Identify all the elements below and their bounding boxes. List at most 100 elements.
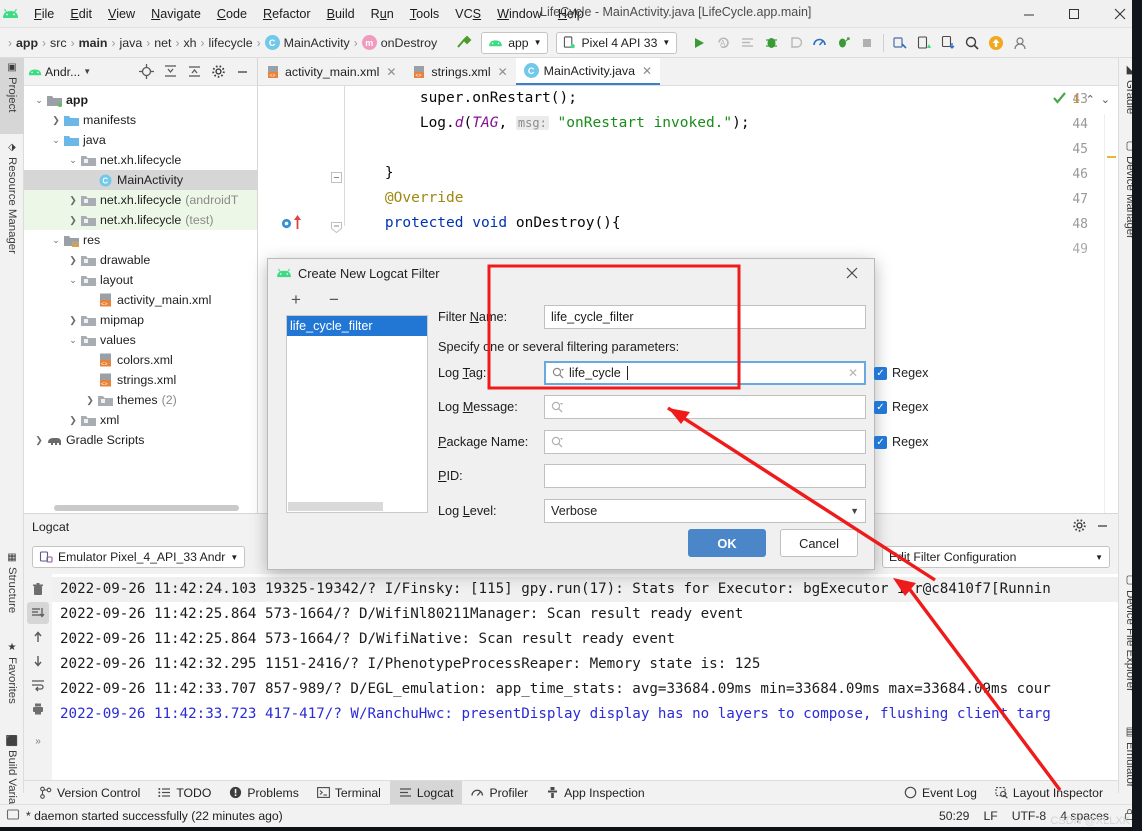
menu-item-view[interactable]: View [100,4,143,24]
caret-position[interactable]: 50:29 [939,809,970,823]
chevron-right-icon[interactable]: ❯ [49,115,63,126]
apply-code-changes-icon[interactable] [735,31,759,55]
tree-item[interactable]: ⌄ values [24,330,257,350]
log-tag-input[interactable]: life_cycle ✕ [544,361,866,385]
chevron-down-icon[interactable]: ⌄ [66,335,80,346]
logcat-line[interactable]: 2022-09-26 11:42:32.295 1151-2416/? I/Ph… [52,652,1118,677]
breadcrumb-ondestroy[interactable]: m onDestroy [361,35,437,50]
menu-item-tools[interactable]: Tools [402,4,447,24]
logcat-output[interactable]: 2022-09-26 11:42:24.103 19325-19342/? I/… [52,574,1118,781]
tool-window-layout-inspector[interactable]: Layout Inspector [986,781,1112,805]
sidebar-tab-structure[interactable]: ▦ Structure [0,548,24,636]
update-icon[interactable] [984,31,1008,55]
chevron-right-icon[interactable]: ❯ [66,255,80,266]
device-selector[interactable]: Pixel 4 API 33 ▼ [556,31,678,54]
build-output-icon[interactable] [6,808,20,825]
breadcrumb-java[interactable]: java [119,36,142,50]
remove-filter-button[interactable]: − [324,290,344,310]
chevron-down-icon[interactable]: ⌄ [49,235,63,246]
up-arrow-icon[interactable] [27,626,49,648]
breadcrumb-mainactivity[interactable]: C MainActivity [264,35,350,50]
tree-item[interactable]: ⌄ net.xh.lifecycle [24,150,257,170]
tree-item[interactable]: ⌄ app [24,90,257,110]
print-icon[interactable] [27,698,49,720]
breadcrumb-main[interactable]: main [79,36,108,50]
chevron-right-icon[interactable]: ❯ [83,395,97,406]
profiler-icon[interactable] [807,31,831,55]
package-name-input[interactable] [544,430,866,454]
tool-window-event-log[interactable]: Event Log [895,781,986,805]
settings-gear-icon[interactable] [207,61,229,83]
tree-item[interactable]: ❯ drawable [24,250,257,270]
tool-window-profiler[interactable]: Profiler [462,781,537,805]
breadcrumb-lifecycle[interactable]: lifecycle [209,36,253,50]
logcat-device-selector[interactable]: Emulator Pixel_4_API_33 Andr ▼ [32,546,246,568]
menu-item-navigate[interactable]: Navigate [143,4,209,24]
filter-list[interactable]: life_cycle_filter [286,315,428,513]
filter-list-item[interactable]: life_cycle_filter [287,316,427,336]
tree-item[interactable]: ❯ mipmap [24,310,257,330]
tree-item[interactable]: ⌄ layout [24,270,257,290]
ok-button[interactable]: OK [688,529,766,557]
minimize-icon[interactable] [1095,518,1110,536]
logcat-line[interactable]: 2022-09-26 11:42:33.723 417-417/? W/Ranc… [52,702,1118,727]
log-tag-regex-toggle[interactable]: ✓ Regex [874,366,928,380]
log-message-input[interactable] [544,395,866,419]
run-icon[interactable] [687,31,711,55]
log-level-select[interactable]: Verbose ▼ [544,499,866,523]
chevron-right-icon[interactable]: ❯ [66,215,80,226]
project-panel-title[interactable]: Andr... ▼ [28,65,91,79]
logcat-line[interactable]: 2022-09-26 11:42:25.864 573-1664/? D/Wif… [52,602,1118,627]
clear-icon[interactable]: ✕ [848,366,858,380]
editor-markup-bar[interactable] [1104,114,1118,513]
editor-tab-mainactivity-java[interactable]: C MainActivity.java ✕ [515,58,661,85]
chevron-down-icon[interactable]: ⌄ [49,135,63,146]
tool-window-todo[interactable]: TODO [149,781,220,805]
menu-item-code[interactable]: Code [209,4,255,24]
search-everywhere-icon[interactable] [960,31,984,55]
apply-changes-icon[interactable]: A [711,31,735,55]
tree-item[interactable]: C MainActivity [24,170,257,190]
scroll-to-end-icon[interactable] [27,602,49,624]
sidebar-tab-resource-manager[interactable]: ⬗ Resource Manager [0,138,24,286]
tool-window-problems[interactable]: Problems [220,781,307,805]
down-arrow-icon[interactable] [27,650,49,672]
tree-item[interactable]: ⌄ java [24,130,257,150]
close-icon[interactable]: ✕ [386,65,396,79]
cancel-button[interactable]: Cancel [780,529,858,557]
sidebar-tab-favorites[interactable]: ★ Favorites [0,638,24,728]
status-message[interactable]: * daemon started successfully (22 minute… [26,809,283,823]
chevron-right-icon[interactable]: ❯ [66,415,80,426]
editor-tab-strings-xml[interactable]: <> strings.xml ✕ [404,58,515,85]
soft-wrap-icon[interactable] [27,674,49,696]
tree-item[interactable]: <> activity_main.xml [24,290,257,310]
menu-item-vcs[interactable]: VCS [447,4,489,24]
attach-debugger-icon[interactable] [783,31,807,55]
tree-item[interactable]: <> strings.xml [24,370,257,390]
add-filter-button[interactable]: + [286,290,306,310]
breadcrumb-net[interactable]: net [154,36,171,50]
tool-window-terminal[interactable]: Terminal [308,781,390,805]
close-icon[interactable]: ✕ [498,65,508,79]
chevron-up-icon[interactable]: ⌃ [1086,93,1095,106]
tree-item[interactable]: ❯ xml [24,410,257,430]
file-encoding[interactable]: UTF-8 [1012,809,1047,823]
tree-item[interactable]: <> colors.xml [24,350,257,370]
clear-logcat-icon[interactable] [27,578,49,600]
package-name-regex-toggle[interactable]: ✓ Regex [874,435,928,449]
maximize-button[interactable] [1052,0,1097,28]
code-fold-icon[interactable] [331,172,342,186]
scrollbar-thumb[interactable] [54,505,239,511]
tree-item[interactable]: ❯ themes (2) [24,390,257,410]
chevron-down-icon[interactable]: ⌄ [32,95,46,106]
chevron-right-icon[interactable]: ❯ [66,315,80,326]
hide-panel-icon[interactable] [231,61,253,83]
pid-input[interactable] [544,464,866,488]
tree-item[interactable]: ⌄ res [24,230,257,250]
tool-window-app-inspection[interactable]: App Inspection [537,781,654,805]
avd-manager-icon[interactable] [888,31,912,55]
tree-item[interactable]: ❯ Gradle Scripts [24,430,257,450]
tree-item[interactable]: ❯ net.xh.lifecycle (androidT [24,190,257,210]
chevron-down-icon[interactable]: ⌄ [66,275,80,286]
filter-list-scrollbar[interactable] [288,502,383,511]
